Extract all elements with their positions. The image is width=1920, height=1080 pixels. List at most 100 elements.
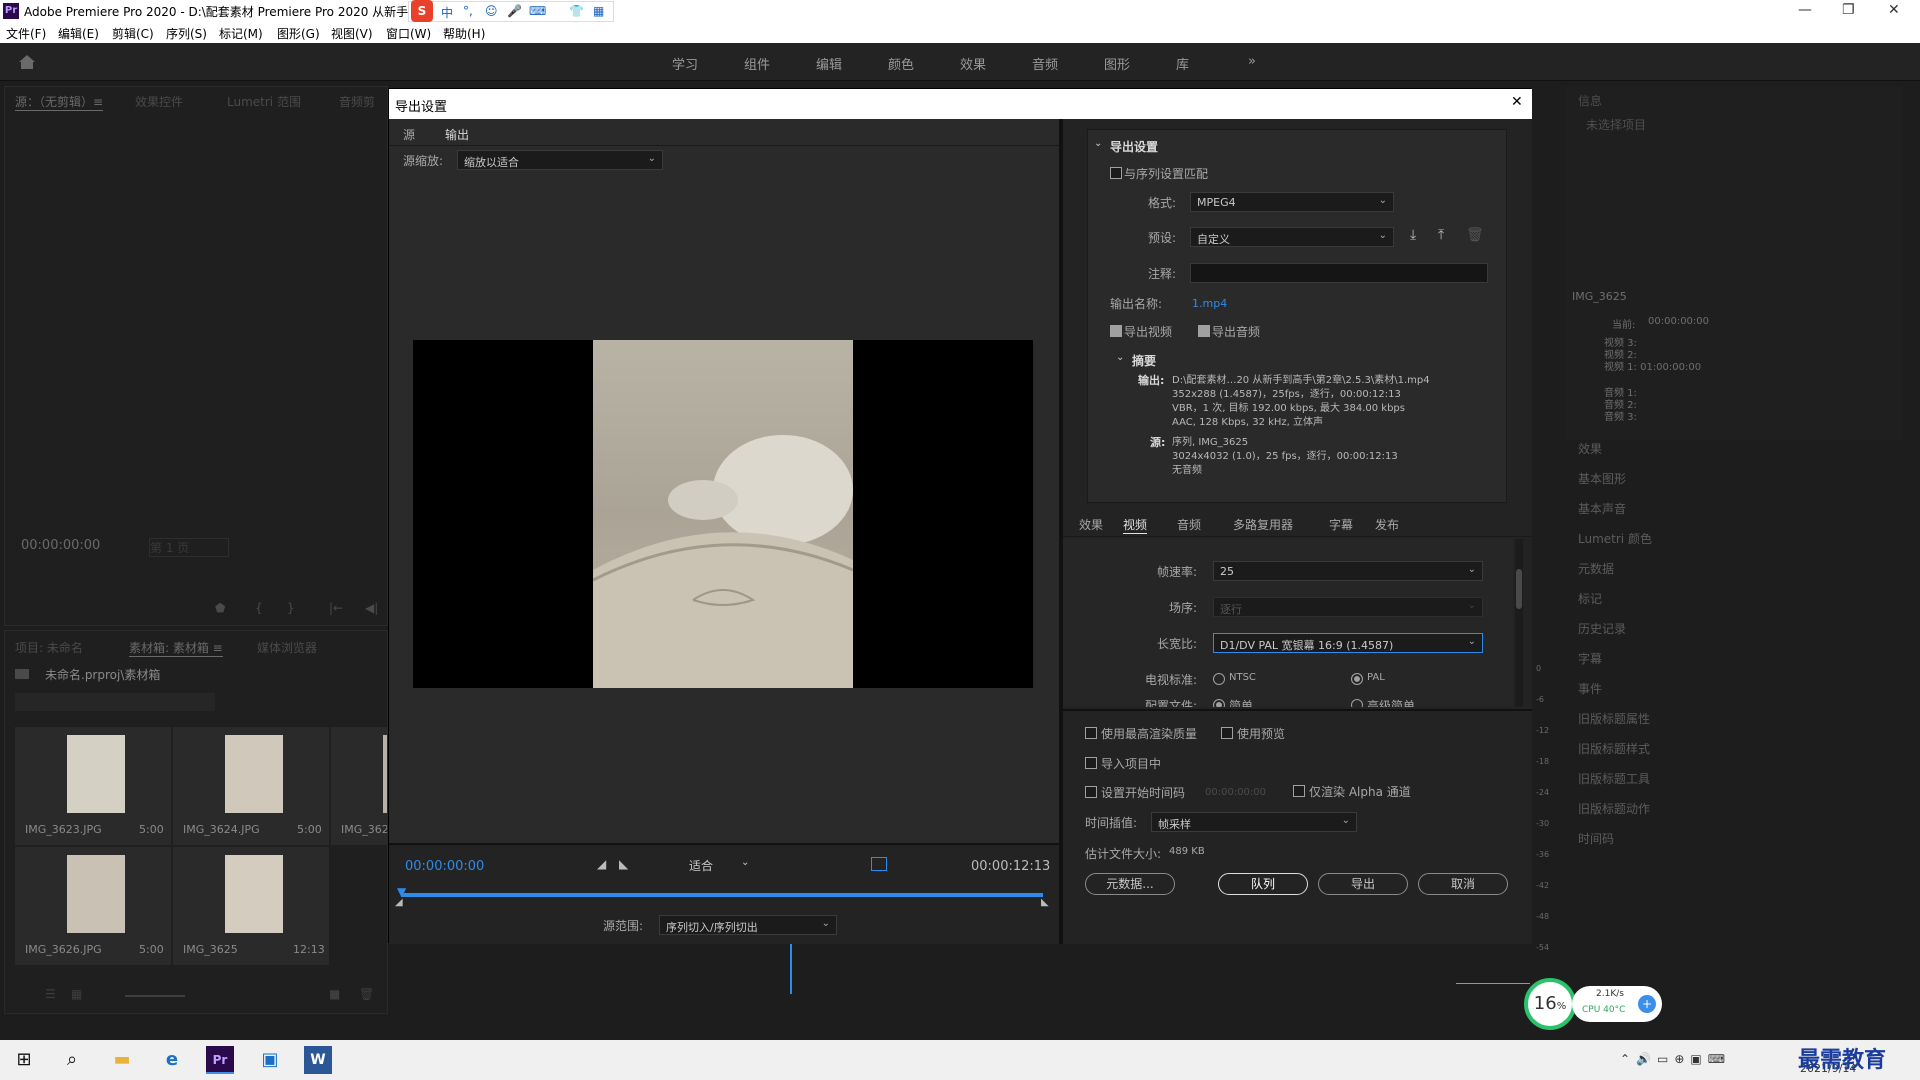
tab-video[interactable]: 视频 [1123, 516, 1148, 534]
settings-scrollbar[interactable] [1515, 539, 1523, 707]
ime-toolbar[interactable]: S 中 °, ☺ 🎤 ⌨ 👕 ▦ [408, 0, 614, 22]
list-item[interactable]: IMG_3623.JPG 5:00 [15, 727, 171, 845]
tab-output[interactable]: 输出 [445, 126, 470, 146]
comment-input[interactable] [1190, 263, 1488, 283]
tab-captions[interactable]: 字幕 [1329, 516, 1353, 533]
source-timecode[interactable]: 00:00:00:00 [21, 538, 100, 553]
tab-bin[interactable]: 素材箱: 素材箱 ≡ [129, 639, 223, 657]
metadata-button[interactable]: 元数据... [1085, 873, 1175, 895]
queue-button[interactable]: 队列 [1218, 873, 1308, 895]
panel-markers[interactable]: 标记 [1578, 590, 1602, 607]
maximize-button[interactable]: ❐ [1842, 2, 1855, 18]
set-start-timecode-checkbox[interactable] [1085, 786, 1097, 798]
zoom-slider[interactable] [125, 995, 185, 997]
menu-file[interactable]: 文件(F) [6, 25, 46, 42]
out-handle-icon[interactable]: ◣ [1041, 897, 1049, 908]
boost-icon[interactable]: + [1638, 995, 1656, 1013]
delete-preset-icon[interactable]: 🗑 [1466, 227, 1484, 243]
search-icon[interactable]: ⌕ [58, 1046, 86, 1074]
workspace-libraries[interactable]: 库 [1176, 54, 1189, 73]
panel-essential-sound[interactable]: 基本声音 [1578, 500, 1626, 517]
simple-radio[interactable] [1213, 699, 1225, 707]
app-taskbar-icon[interactable]: ▣ [256, 1046, 284, 1074]
workspace-color[interactable]: 颜色 [888, 54, 914, 73]
word-icon[interactable]: W [304, 1046, 332, 1074]
ime-keyboard-icon[interactable]: ⌨ [529, 4, 546, 18]
format-select[interactable]: MPEG4 ⌄ [1190, 192, 1394, 212]
perf-widget[interactable]: 16% 2.1K/s CPU 40°C + [1524, 978, 1670, 1030]
use-previews-checkbox[interactable] [1221, 727, 1233, 739]
workspace-editing[interactable]: 编辑 [816, 54, 842, 73]
panel-legacy-title-styles[interactable]: 旧版标题样式 [1578, 740, 1650, 757]
workspace-audio[interactable]: 音频 [1032, 54, 1058, 73]
workspace-graphics[interactable]: 图形 [1104, 54, 1130, 73]
import-into-project-checkbox[interactable] [1085, 757, 1097, 769]
step-back-icon[interactable]: ◀| [365, 601, 378, 615]
pal-radio[interactable] [1351, 673, 1363, 685]
list-item[interactable]: IMG_3626.JPG 5:00 [15, 847, 171, 965]
tab-publish[interactable]: 发布 [1375, 516, 1399, 533]
ime-toolbox-icon[interactable]: ▦ [593, 4, 604, 18]
tab-audio-clip[interactable]: 音频剪 [339, 93, 375, 110]
save-preset-icon[interactable]: ⤓ [1410, 227, 1416, 243]
cancel-button[interactable]: 取消 [1418, 873, 1508, 895]
tab-source[interactable]: 源：（无剪辑）≡ [15, 93, 104, 111]
panel-timecode[interactable]: 时间码 [1578, 830, 1614, 847]
marker-icon[interactable]: ⬟ [215, 601, 225, 615]
tray-icons[interactable]: ⌃🔊▭⊕▣⌨ [1620, 1052, 1731, 1066]
max-render-quality-checkbox[interactable] [1085, 727, 1097, 739]
render-alpha-only-checkbox[interactable] [1293, 785, 1305, 797]
advanced-simple-radio[interactable] [1351, 699, 1363, 707]
workspace-learn[interactable]: 学习 [672, 54, 698, 73]
start-timecode-value[interactable]: 00:00:00:00 [1205, 787, 1266, 798]
export-button[interactable]: 导出 [1318, 873, 1408, 895]
summary-collapse-icon[interactable]: ⌄ [1116, 352, 1124, 363]
tab-source[interactable]: 源 [403, 126, 415, 143]
scrub-bar[interactable] [401, 893, 1043, 897]
dialog-close-button[interactable]: ✕ [1511, 94, 1523, 110]
collapse-icon[interactable]: ⌄ [1094, 138, 1102, 149]
tab-media-browser[interactable]: 媒体浏览器 [257, 639, 317, 656]
panel-metadata[interactable]: 元数据 [1578, 560, 1614, 577]
ime-chinese-mode[interactable]: 中 [441, 4, 453, 21]
tab-effects[interactable]: 效果 [1079, 516, 1103, 533]
workspace-assembly[interactable]: 组件 [744, 54, 770, 73]
ntsc-radio[interactable] [1213, 673, 1225, 685]
ime-skin-icon[interactable]: 👕 [569, 4, 584, 18]
panel-legacy-title-props[interactable]: 旧版标题属性 [1578, 710, 1650, 727]
list-item[interactable]: IMG_362 [331, 727, 387, 845]
workspace-effects[interactable]: 效果 [960, 54, 986, 73]
scrollbar-thumb[interactable] [1516, 569, 1522, 609]
import-preset-icon[interactable]: ⤒ [1438, 227, 1444, 243]
tab-project[interactable]: 项目: 未命名 [15, 639, 83, 656]
source-scale-select[interactable]: 缩放以适合 ⌄ [457, 150, 663, 170]
menu-view[interactable]: 视图(V) [331, 25, 373, 42]
export-audio-checkbox[interactable] [1198, 325, 1210, 337]
mark-out-icon[interactable]: } [287, 601, 295, 615]
panel-legacy-title-actions[interactable]: 旧版标题动作 [1578, 800, 1650, 817]
preset-select[interactable]: 自定义 ⌄ [1190, 227, 1394, 247]
mark-in-icon[interactable]: { [255, 601, 263, 615]
tab-effect-controls[interactable]: 效果控件 [135, 93, 183, 110]
edge-icon[interactable]: e [158, 1046, 186, 1074]
page-select[interactable]: 第 1 页 [149, 538, 229, 557]
windows-start-icon[interactable]: ⊞ [10, 1046, 38, 1074]
panel-history[interactable]: 历史记录 [1578, 620, 1626, 637]
menu-sequence[interactable]: 序列(S) [166, 25, 207, 42]
menu-edit[interactable]: 编辑(E) [58, 25, 99, 42]
menu-marker[interactable]: 标记(M) [219, 25, 263, 42]
aspect-correction-icon[interactable] [871, 857, 887, 871]
fit-select[interactable]: 适合 ⌄ [689, 857, 755, 875]
panel-effects[interactable]: 效果 [1578, 440, 1602, 457]
panel-legacy-title-tools[interactable]: 旧版标题工具 [1578, 770, 1650, 787]
in-handle-icon[interactable]: ◢ [395, 897, 403, 908]
ime-punct-icon[interactable]: °, [463, 4, 473, 18]
panel-events[interactable]: 事件 [1578, 680, 1602, 697]
premiere-taskbar-icon[interactable]: Pr [206, 1046, 234, 1074]
aspect-select[interactable]: D1/DV PAL 宽银幕 16:9 (1.4587) ⌄ [1213, 633, 1483, 653]
menu-window[interactable]: 窗口(W) [386, 25, 431, 42]
set-in-point-icon[interactable]: ◢ [597, 857, 606, 871]
tab-multiplexer[interactable]: 多路复用器 [1233, 516, 1293, 533]
list-item[interactable]: IMG_3624.JPG 5:00 [173, 727, 329, 845]
tab-audio[interactable]: 音频 [1177, 516, 1201, 533]
